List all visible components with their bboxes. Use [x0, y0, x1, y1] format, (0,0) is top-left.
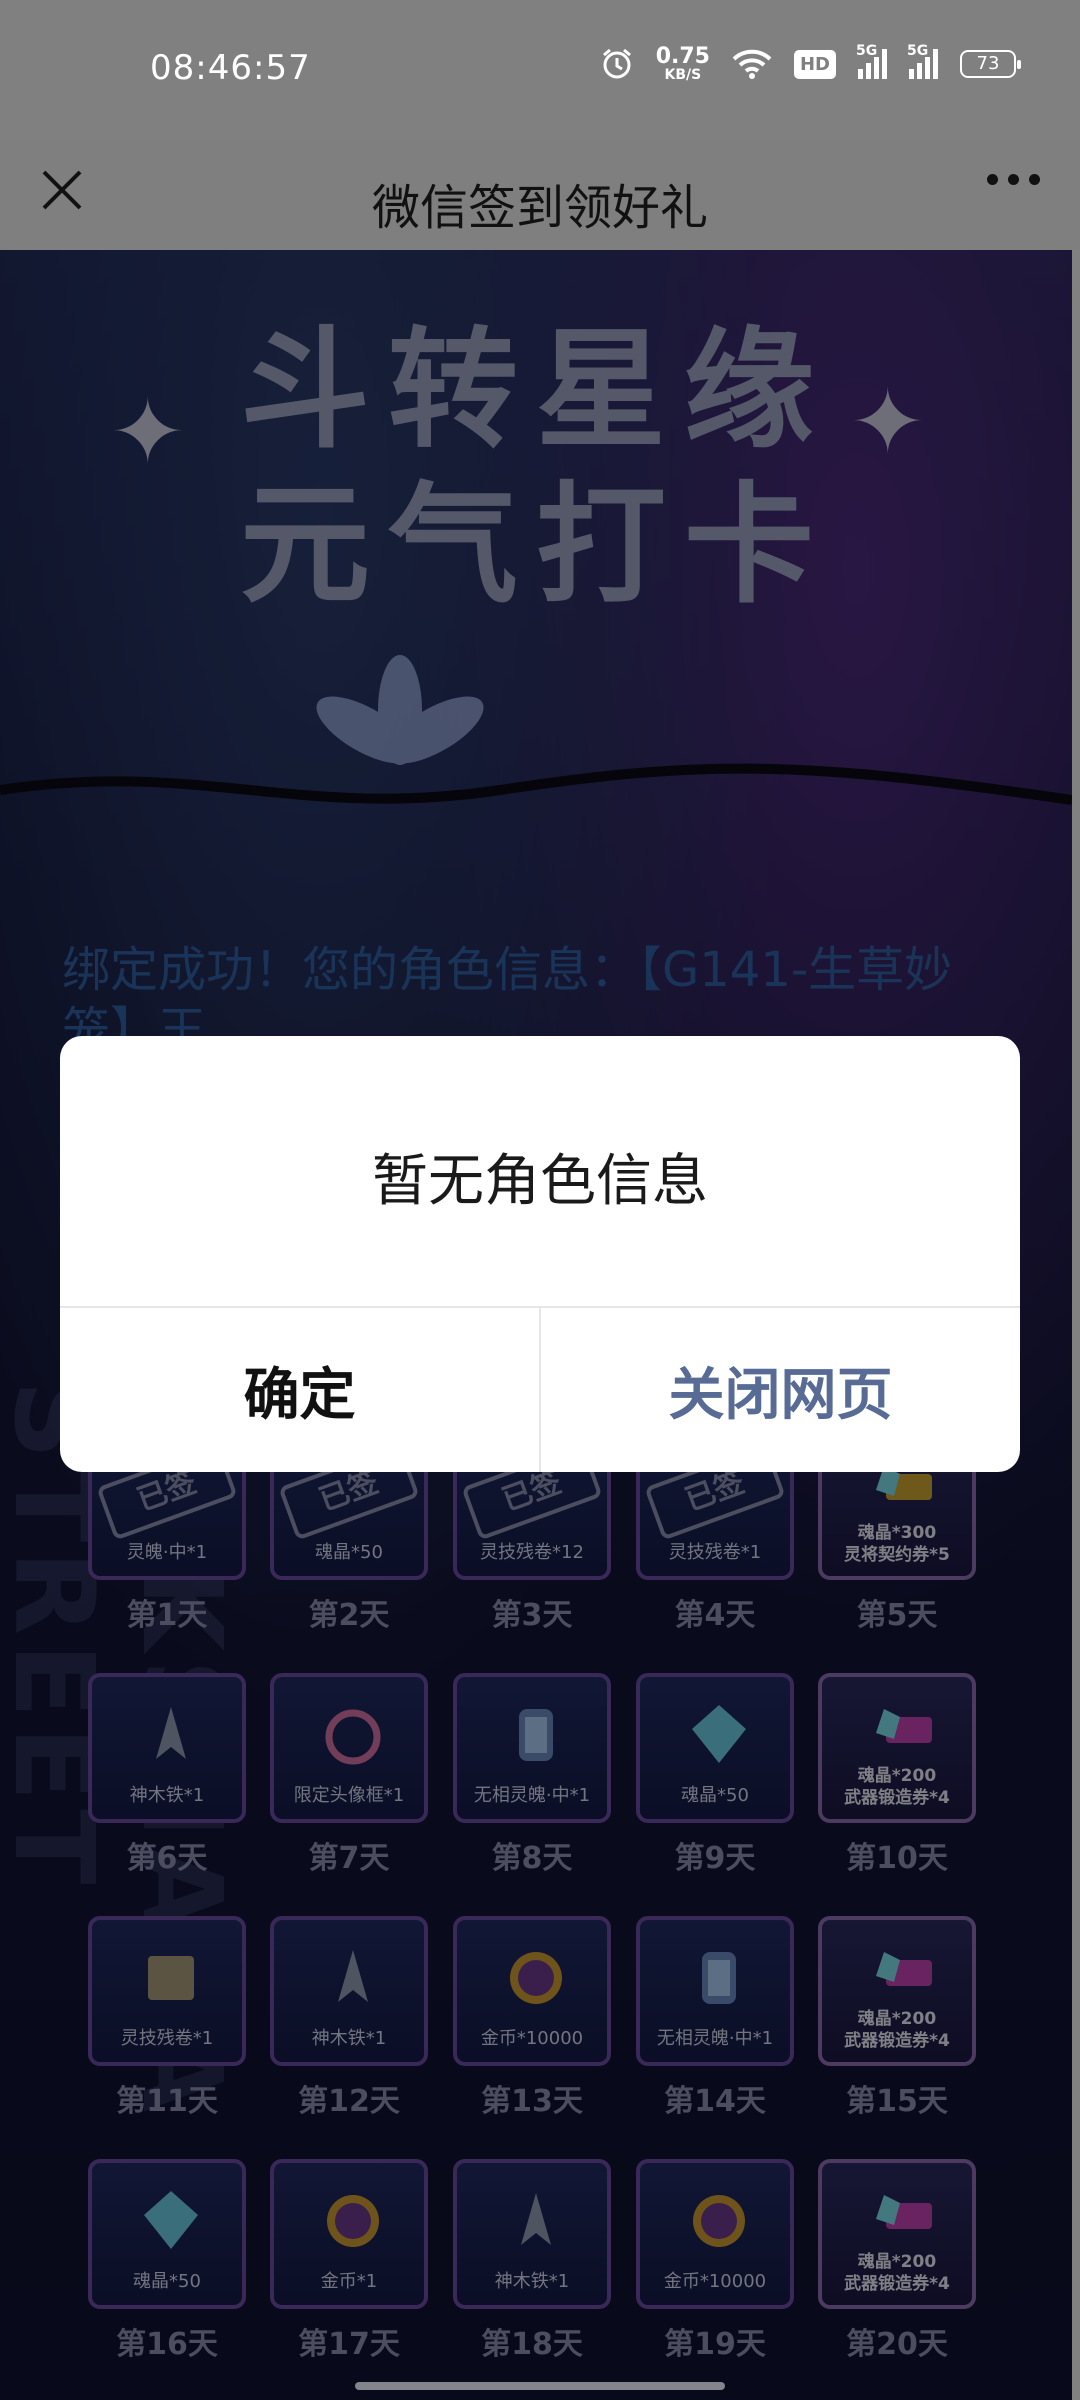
webview-header: 微信签到领好礼 — [0, 140, 1080, 250]
net-speed: 0.75 KB/S — [655, 44, 710, 83]
page-title: 微信签到领好礼 — [371, 180, 708, 236]
signal-sim1-icon: 5G — [856, 43, 887, 79]
status-time: 08:46:57 — [150, 48, 311, 88]
alert-dialog: 暂无角色信息 确定 关闭网页 — [60, 1036, 1020, 1472]
sim2-label: 5G — [907, 43, 929, 59]
signal-sim2-icon: 5G — [907, 43, 938, 79]
close-page-button[interactable]: 关闭网页 — [541, 1308, 1020, 1472]
wifi-icon — [732, 49, 772, 79]
battery-icon: 73 — [960, 50, 1021, 78]
confirm-button[interactable]: 确定 — [60, 1308, 541, 1472]
net-speed-unit: KB/S — [664, 67, 702, 83]
status-icons: 0.75 KB/S HD 5G 5G 73 — [600, 43, 1021, 83]
dialog-actions: 确定 关闭网页 — [60, 1306, 1020, 1472]
hd-badge: HD — [793, 49, 836, 79]
sim1-label: 5G — [856, 43, 878, 59]
more-menu-icon[interactable] — [987, 174, 1040, 185]
net-speed-value: 0.75 — [655, 44, 710, 69]
status-bar: 08:46:57 0.75 KB/S HD 5G 5G 73 — [0, 0, 1080, 140]
dialog-message: 暂无角色信息 — [372, 1149, 708, 1214]
gesture-bar[interactable] — [355, 2382, 725, 2390]
alarm-icon — [602, 48, 631, 79]
